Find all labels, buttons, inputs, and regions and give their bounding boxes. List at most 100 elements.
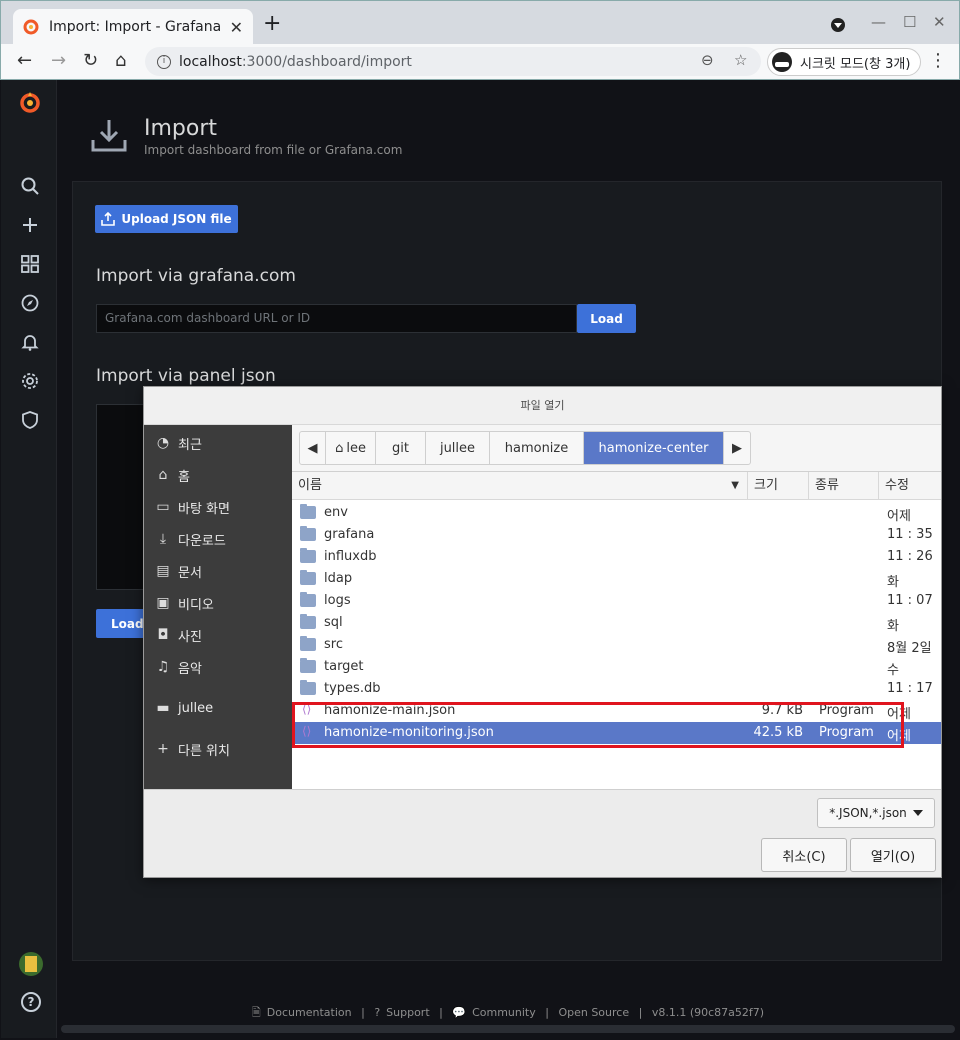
place-label: 비디오 <box>178 597 214 613</box>
forward-icon[interactable]: → <box>51 50 66 71</box>
reload-icon[interactable]: ↻ <box>83 50 98 71</box>
site-info-icon[interactable]: i <box>157 54 171 69</box>
place-pictures[interactable]: ◘ 사진 <box>154 624 202 646</box>
path-back-arrow-icon[interactable]: ◀ <box>300 432 326 464</box>
crumb-hamonize[interactable]: hamonize <box>490 432 584 464</box>
page-title: Import <box>144 116 218 141</box>
address-bar[interactable]: i localhost:3000/dashboard/import <box>145 47 761 76</box>
file-row[interactable]: sql 화 <box>292 612 941 634</box>
grafana-url-input[interactable]: Grafana.com dashboard URL or ID <box>96 304 577 333</box>
place-label: 문서 <box>178 565 202 581</box>
footer-support-link[interactable]: Support <box>386 1006 429 1019</box>
place-videos[interactable]: ▣ 비디오 <box>154 592 214 614</box>
folder-icon <box>300 680 316 695</box>
file-row[interactable]: grafana 11 : 35 <box>292 524 941 546</box>
column-name[interactable]: 이름 ▼ <box>292 472 748 499</box>
maximize-icon[interactable]: ☐ <box>903 13 916 31</box>
desktop-icon: ▭ <box>156 499 170 515</box>
place-home[interactable]: ⌂ 홈 <box>154 464 190 486</box>
browser-menu-icon[interactable]: ⋮ <box>929 50 947 71</box>
folder-icon <box>300 636 316 651</box>
settings-gear-icon[interactable] <box>18 369 42 393</box>
load-button[interactable]: Load <box>577 304 636 333</box>
user-avatar[interactable] <box>19 952 43 976</box>
footer: 🗎 Documentation | ? Support | 💬 Community |… <box>251 1006 765 1019</box>
place-music[interactable]: ♫ 음악 <box>154 656 202 678</box>
folder-icon <box>300 570 316 585</box>
upload-icon <box>101 212 116 226</box>
path-forward-arrow-icon[interactable]: ▶ <box>724 432 750 464</box>
footer-documentation-link[interactable]: Documentation <box>267 1006 352 1019</box>
explore-compass-icon[interactable] <box>18 291 42 315</box>
incognito-badge[interactable]: 시크릿 모드(창 3개) <box>767 48 922 76</box>
footer-community-icon: 💬 <box>452 1006 467 1019</box>
crumb-jullee[interactable]: jullee <box>426 432 490 464</box>
video-icon: ▣ <box>156 595 170 611</box>
tab-search-icon[interactable] <box>831 18 845 32</box>
folder-icon <box>300 504 316 519</box>
column-name-label: 이름 <box>298 478 322 493</box>
window-close-icon[interactable]: ✕ <box>933 13 946 31</box>
file-name: types.db <box>324 681 381 696</box>
open-button[interactable]: 열기(O) <box>850 838 936 872</box>
place-label: 사진 <box>178 629 202 645</box>
folder-icon: ▬ <box>156 700 170 716</box>
file-modified: 8월 2일 <box>887 641 932 656</box>
tab-close-icon[interactable]: ✕ <box>230 18 243 37</box>
place-desktop[interactable]: ▭ 바탕 화면 <box>154 496 230 518</box>
place-jullee[interactable]: ▬ jullee <box>154 697 213 719</box>
minimize-icon[interactable]: — <box>871 13 886 31</box>
footer-community-link[interactable]: Community <box>472 1006 536 1019</box>
crumb-hamonize-center[interactable]: hamonize-center <box>584 432 724 464</box>
file-type-filter[interactable]: *.JSON,*.json <box>817 798 935 828</box>
place-recent[interactable]: ◔ 최근 <box>154 432 202 454</box>
horizontal-scrollbar[interactable] <box>61 1025 955 1033</box>
create-plus-icon[interactable] <box>18 213 42 237</box>
cancel-button[interactable]: 취소(C) <box>761 838 847 872</box>
file-row[interactable]: logs 11 : 07 <box>292 590 941 612</box>
place-other-locations[interactable]: + 다른 위치 <box>154 738 230 760</box>
file-modified: 수 <box>887 663 899 678</box>
help-icon[interactable]: ? <box>21 992 41 1012</box>
file-row[interactable]: ldap 화 <box>292 568 941 590</box>
file-row[interactable]: src 8월 2일 <box>292 634 941 656</box>
load-json-button[interactable]: Load <box>96 609 146 638</box>
place-downloads[interactable]: ⤓ 다운로드 <box>154 528 226 550</box>
column-modified[interactable]: 수정 <box>879 472 941 499</box>
upload-json-button[interactable]: Upload JSON file <box>95 205 238 233</box>
file-row[interactable]: target 수 <box>292 656 941 678</box>
grafana-sidebar: ? <box>1 80 57 1038</box>
alerting-bell-icon[interactable] <box>18 330 42 354</box>
file-name: grafana <box>324 527 375 542</box>
file-row[interactable]: types.db 11 : 17 <box>292 678 941 700</box>
import-via-grafana-heading: Import via grafana.com <box>96 266 296 286</box>
panel-json-textarea[interactable] <box>96 404 146 590</box>
clock-icon: ◔ <box>156 435 170 451</box>
place-label: 다운로드 <box>178 533 226 549</box>
dashboards-grid-icon[interactable] <box>18 252 42 276</box>
file-name: influxdb <box>324 549 377 564</box>
file-row[interactable]: influxdb 11 : 26 <box>292 546 941 568</box>
place-label: 음악 <box>178 661 202 677</box>
file-row[interactable]: env 어제 <box>292 502 941 524</box>
grafana-logo-icon[interactable] <box>18 90 42 114</box>
column-type[interactable]: 종류 <box>809 472 879 499</box>
home-icon[interactable]: ⌂ <box>115 50 126 71</box>
new-tab-button[interactable]: + <box>263 11 281 36</box>
bookmark-star-icon[interactable]: ☆ <box>734 51 747 69</box>
crumb-git[interactable]: git <box>376 432 426 464</box>
place-label: 다른 위치 <box>178 743 230 759</box>
search-icon[interactable] <box>18 174 42 198</box>
back-icon[interactable]: ← <box>17 50 32 71</box>
folder-icon <box>300 614 316 629</box>
browser-tab[interactable]: Import: Import - Grafana ✕ <box>13 9 253 45</box>
place-label: 최근 <box>178 437 202 453</box>
place-documents[interactable]: ▤ 문서 <box>154 560 202 582</box>
server-admin-shield-icon[interactable] <box>18 408 42 432</box>
crumb-lee[interactable]: ⌂ lee <box>326 432 376 464</box>
home-icon: ⌂ <box>335 440 344 456</box>
footer-open-source-link[interactable]: Open Source <box>558 1006 629 1019</box>
column-size[interactable]: 크기 <box>748 472 809 499</box>
zoom-icon[interactable]: ⊖ <box>701 51 714 69</box>
file-modified: 화 <box>887 575 899 590</box>
